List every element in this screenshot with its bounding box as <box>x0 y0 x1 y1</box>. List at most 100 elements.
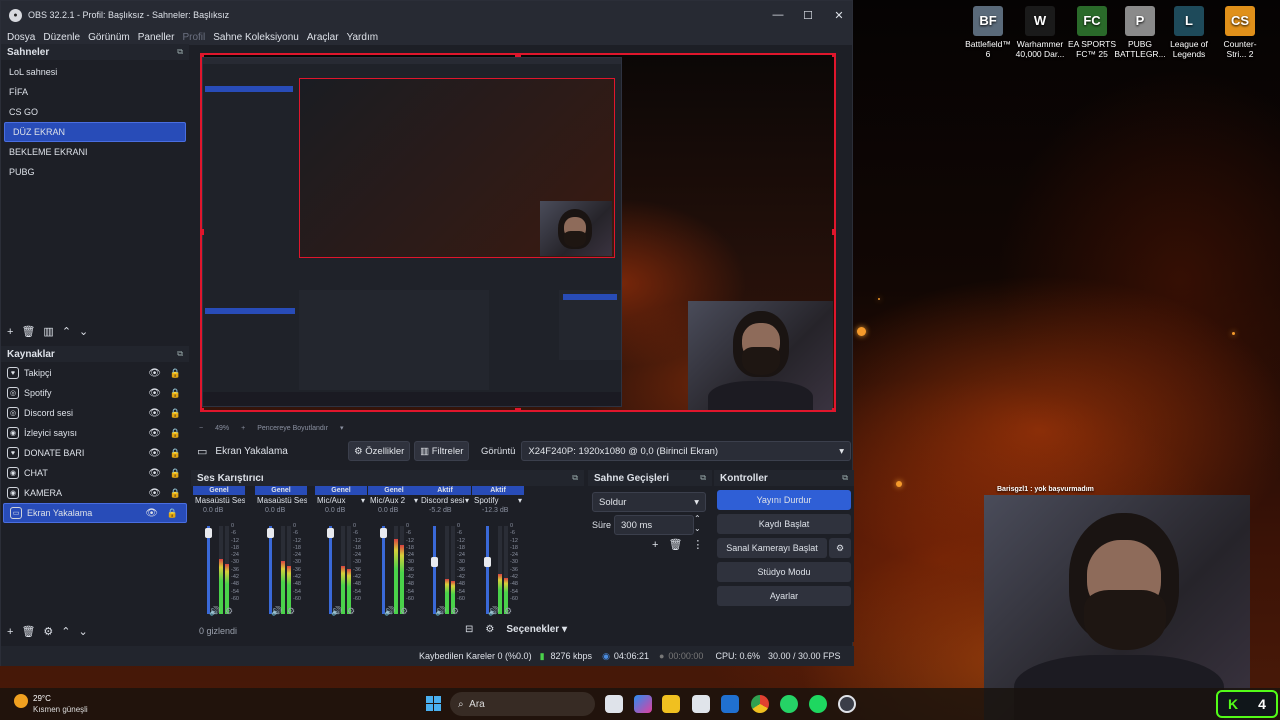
trash-icon[interactable]: 🗑 <box>21 325 35 338</box>
maximize-button[interactable]: ☐ <box>793 1 823 29</box>
chevron-down-icon[interactable]: ▾ <box>340 424 344 432</box>
chrome-icon[interactable] <box>751 695 769 713</box>
eye-icon[interactable]: 👁 <box>148 488 161 499</box>
eye-icon[interactable]: 👁 <box>148 428 161 439</box>
scene-item[interactable]: DÜZ EKRAN <box>4 122 186 142</box>
move-down-icon[interactable]: ⌄ <box>79 625 88 638</box>
source-item[interactable]: ♥ Takipçi 👁 🔒 <box>1 363 189 383</box>
volume-slider[interactable] <box>486 526 489 614</box>
eye-icon[interactable]: 👁 <box>148 368 161 379</box>
zoom-out-icon[interactable]: − <box>199 425 203 432</box>
lock-icon[interactable]: 🔒 <box>170 388 181 399</box>
move-up-icon[interactable]: ⌃ <box>62 325 71 338</box>
menu-file[interactable]: Dosya <box>3 32 39 43</box>
filters-button[interactable]: ▥ Filtreler <box>414 441 470 461</box>
mail-icon[interactable] <box>721 695 739 713</box>
duration-input[interactable]: 300 ms <box>614 515 694 535</box>
start-virtual-camera-button[interactable]: Sanal Kamerayı Başlat <box>717 538 827 558</box>
source-item[interactable]: ◎ Discord sesi 👁 🔒 <box>1 403 189 423</box>
eye-icon[interactable]: 👁 <box>148 408 161 419</box>
desktop-icon[interactable]: P PUBG BATTLEGR... <box>1114 6 1166 59</box>
layout-icon[interactable]: ⊟ <box>465 624 473 635</box>
resize-handle[interactable] <box>832 229 836 235</box>
float-icon[interactable]: ⧉ <box>177 47 183 57</box>
gear-icon[interactable]: ⚙ <box>43 625 53 638</box>
filter-icon[interactable]: ▥ <box>43 325 53 338</box>
desktop-icon[interactable]: BF Battlefield™ 6 <box>962 6 1014 59</box>
volume-knob[interactable] <box>267 528 274 538</box>
menu-profile[interactable]: Profil <box>178 32 209 43</box>
settings-button[interactable]: Ayarlar <box>717 586 851 606</box>
copilot-icon[interactable] <box>634 695 652 713</box>
desktop-icon[interactable]: CS Counter-Stri... 2 <box>1214 6 1266 59</box>
chevron-down-icon[interactable]: ▾ <box>518 496 522 505</box>
task-view-icon[interactable] <box>605 695 623 713</box>
source-item[interactable]: ◉ KAMERA 👁 🔒 <box>1 483 189 503</box>
gear-icon[interactable]: ⚙ <box>225 606 233 617</box>
stop-streaming-button[interactable]: Yayını Durdur <box>717 490 851 510</box>
stepper-icon[interactable]: ⌃ ⌄ <box>694 514 701 534</box>
scene-item[interactable]: LoL sahnesi <box>1 62 189 82</box>
whatsapp-icon[interactable] <box>780 695 798 713</box>
store-icon[interactable] <box>692 695 710 713</box>
chevron-down-icon[interactable]: ▾ <box>465 496 469 505</box>
speaker-icon[interactable]: 🔊 <box>209 606 220 617</box>
volume-slider[interactable] <box>329 526 332 614</box>
options-button[interactable]: Seçenekler ▾ <box>506 624 567 635</box>
more-icon[interactable]: ⋮ <box>692 538 703 551</box>
chevron-down-icon[interactable]: ▾ <box>361 496 365 505</box>
eye-icon[interactable]: 👁 <box>148 468 161 479</box>
scene-item[interactable]: CS GO <box>1 102 189 122</box>
eye-icon[interactable]: 👁 <box>148 448 161 459</box>
lock-icon[interactable]: 🔒 <box>170 468 181 479</box>
resize-handle[interactable] <box>832 53 836 57</box>
speaker-icon[interactable]: 🔊 <box>384 606 395 617</box>
desktop-icon[interactable]: FC EA SPORTS FC™ 25 <box>1066 6 1118 59</box>
lock-icon[interactable]: 🔒 <box>170 428 181 439</box>
float-icon[interactable]: ⧉ <box>700 473 706 483</box>
lock-icon[interactable]: 🔒 <box>170 368 181 379</box>
volume-knob[interactable] <box>484 556 491 567</box>
menu-view[interactable]: Görünüm <box>84 32 134 43</box>
chevron-down-icon[interactable]: ▾ <box>414 496 418 505</box>
transition-select[interactable]: Soldur ▾ <box>592 492 706 512</box>
minimize-button[interactable]: — <box>763 1 793 29</box>
spotify-icon[interactable] <box>809 695 827 713</box>
gear-icon[interactable]: ⚙ <box>451 606 459 617</box>
speaker-icon[interactable]: 🔊 <box>331 606 342 617</box>
add-icon[interactable]: + <box>7 326 13 338</box>
resize-to-window[interactable]: Pencereye Boyutlandır <box>257 425 328 432</box>
trash-icon[interactable]: 🗑 <box>668 538 682 551</box>
preview-canvas[interactable] <box>200 53 836 412</box>
studio-mode-button[interactable]: Stüdyo Modu <box>717 562 851 582</box>
scene-item[interactable]: FİFA <box>1 82 189 102</box>
add-icon[interactable]: + <box>652 539 658 551</box>
obs-taskbar-icon[interactable] <box>838 695 856 713</box>
speaker-icon[interactable]: 🔊 <box>488 606 499 617</box>
trash-icon[interactable]: 🗑 <box>21 625 35 638</box>
resize-handle[interactable] <box>200 53 204 57</box>
move-up-icon[interactable]: ⌃ <box>61 625 70 638</box>
gear-icon[interactable]: ⚙ <box>485 624 494 635</box>
gear-icon[interactable]: ⚙ <box>347 606 355 617</box>
menu-docks[interactable]: Paneller <box>134 32 179 43</box>
scene-item[interactable]: BEKLEME EKRANI <box>1 142 189 162</box>
zoom-in-icon[interactable]: + <box>241 425 245 432</box>
volume-knob[interactable] <box>380 528 387 538</box>
menu-help[interactable]: Yardım <box>343 32 383 43</box>
lock-icon[interactable]: 🔒 <box>167 508 178 519</box>
start-recording-button[interactable]: Kaydı Başlat <box>717 514 851 534</box>
volume-knob[interactable] <box>327 528 334 538</box>
volume-slider[interactable] <box>382 526 385 614</box>
float-icon[interactable]: ⧉ <box>572 473 578 483</box>
scene-item[interactable]: PUBG <box>1 162 189 182</box>
volume-slider[interactable] <box>207 526 210 614</box>
menu-scene-collection[interactable]: Sahne Koleksiyonu <box>209 32 303 43</box>
source-item[interactable]: ◉ İzleyici sayısı 👁 🔒 <box>1 423 189 443</box>
resize-handle[interactable] <box>515 53 521 57</box>
eye-icon[interactable]: 👁 <box>145 508 158 519</box>
speaker-icon[interactable]: 🔊 <box>435 606 446 617</box>
volume-slider[interactable] <box>269 526 272 614</box>
float-icon[interactable]: ⧉ <box>177 349 183 359</box>
source-item[interactable]: ◉ CHAT 👁 🔒 <box>1 463 189 483</box>
